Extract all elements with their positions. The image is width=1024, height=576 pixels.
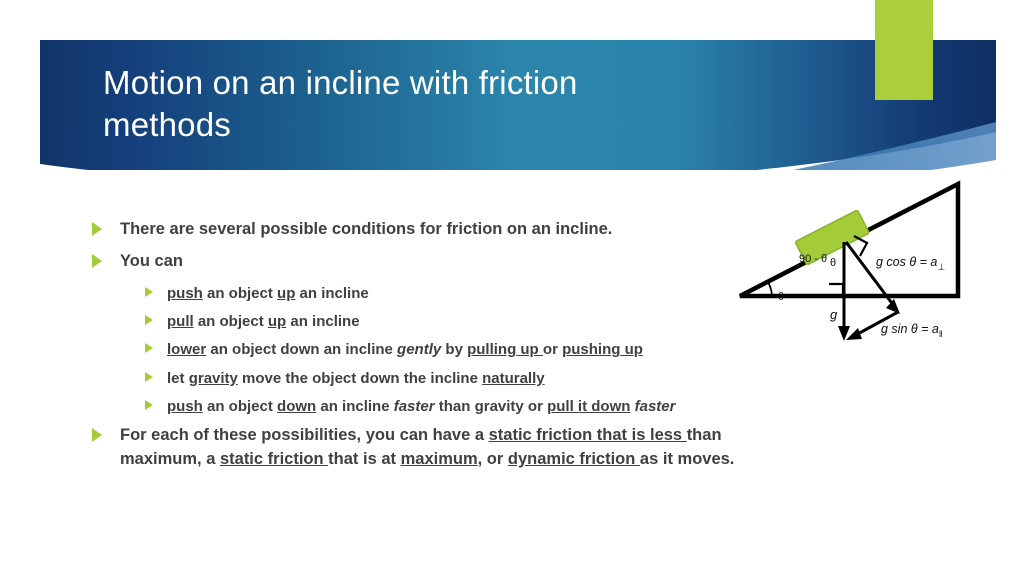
bullet-text-segment: by [441,341,468,359]
bullet-text-segment: or [542,341,563,359]
bullet-triangle-icon [92,428,102,443]
bullet-text-segment: as it moves. [639,449,735,468]
bullet-text-segment: faster [634,398,676,416]
label-perpendicular-component: g cos θ = a⊥ [876,255,945,272]
bullet-text-segment: You can [120,252,183,271]
label-complement-angle: 90 - θ [799,253,827,265]
bullet-text-segment: pulling up [467,341,543,359]
bullet-text: For each of these possibilities, you can… [120,424,792,471]
bullet-triangle-icon [92,254,102,269]
bullet-item: For each of these possibilities, you can… [92,424,792,471]
bullet-text-segment: pushing up [562,341,643,359]
bullet-item: You can [92,250,792,273]
bullet-text: You can [120,250,183,273]
bullet-triangle-icon [92,222,102,236]
incline-diagram-svg: θ 90 - θ θ g g cos θ = a⊥ g sin θ = a‖ [738,180,961,341]
bullet-list: There are several possible conditions fo… [92,218,792,480]
bullet-text-segment: an incline [286,313,360,331]
label-parallel-component: g sin θ = a‖ [881,322,943,339]
bullet-triangle-icon [145,400,153,411]
bullet-triangle-icon [145,371,153,382]
bullet-text: push an object up an incline [167,283,369,304]
bullet-text-segment: dynamic friction [507,449,640,468]
bullet-text-segment: push [167,284,203,302]
bullet-text-segment: push [167,398,203,416]
bullet-text-segment: gravity [188,369,238,387]
bullet-text-segment: faster [393,398,435,416]
bullet-text-segment: down [277,398,317,416]
bullet-text-segment: an object down an incline [206,341,398,359]
bullet-text-segment: static friction [219,449,329,468]
bullet-text-segment: move the object down the incline [237,369,483,387]
bullet-text-segment: lower [167,341,207,359]
bullet-text-segment: an object [202,284,278,302]
bullet-item: push an object up an incline [145,283,792,304]
bullet-text-segment: up [277,284,296,302]
bullet-text-segment: an incline [295,284,369,302]
perpendicular-vector-arrowhead [886,299,900,314]
label-vertical-angle: θ [830,257,836,269]
bullet-item: lower an object down an incline gently b… [145,339,792,360]
bullet-text-segment: naturally [482,369,545,387]
bullet-text-segment: that is at [328,449,401,468]
bullet-text: pull an object up an incline [167,311,360,332]
bullet-item: There are several possible conditions fo… [92,218,792,241]
bullet-text: There are several possible conditions fo… [120,218,612,241]
label-base-angle: θ [778,291,784,303]
bullet-triangle-icon [145,286,153,297]
bullet-text-segment: an incline [316,398,394,416]
bullet-text: lower an object down an incline gently b… [167,339,643,360]
label-gravity: g [830,307,838,322]
bullet-triangle-icon [145,315,153,326]
bullet-item: pull an object up an incline [145,311,792,332]
bullet-text-segment: an object [202,398,278,416]
bullet-triangle-icon [145,343,153,354]
bullet-text: push an object down an incline faster th… [167,396,675,417]
bullet-item: let gravity move the object down the inc… [145,368,792,389]
bullet-text-segment: There are several possible conditions fo… [120,220,613,238]
bullet-text-segment: an object [193,313,268,331]
bullet-text-segment: gently [397,341,442,359]
bullet-text-segment: pull [167,313,194,331]
bullet-text-segment: maximum [400,449,478,468]
page-title: Motion on an incline with friction metho… [103,64,578,144]
incline-diagram: θ 90 - θ θ g g cos θ = a⊥ g sin θ = a‖ [726,178,994,350]
bullet-item: push an object down an incline faster th… [145,396,792,417]
bullet-text-segment: static friction that is less [488,426,687,445]
bullet-text-segment: For each of these possibilities, you can… [120,426,489,445]
bullet-text-segment: let [167,369,189,387]
bullet-text-segment: up [267,313,287,331]
bullet-text-segment: than gravity or [434,398,548,416]
bullet-text: let gravity move the object down the inc… [167,368,545,389]
green-accent-rectangle [875,0,933,100]
bullet-text-segment: pull it down [547,398,631,416]
bullet-text-segment: , or [477,449,508,468]
